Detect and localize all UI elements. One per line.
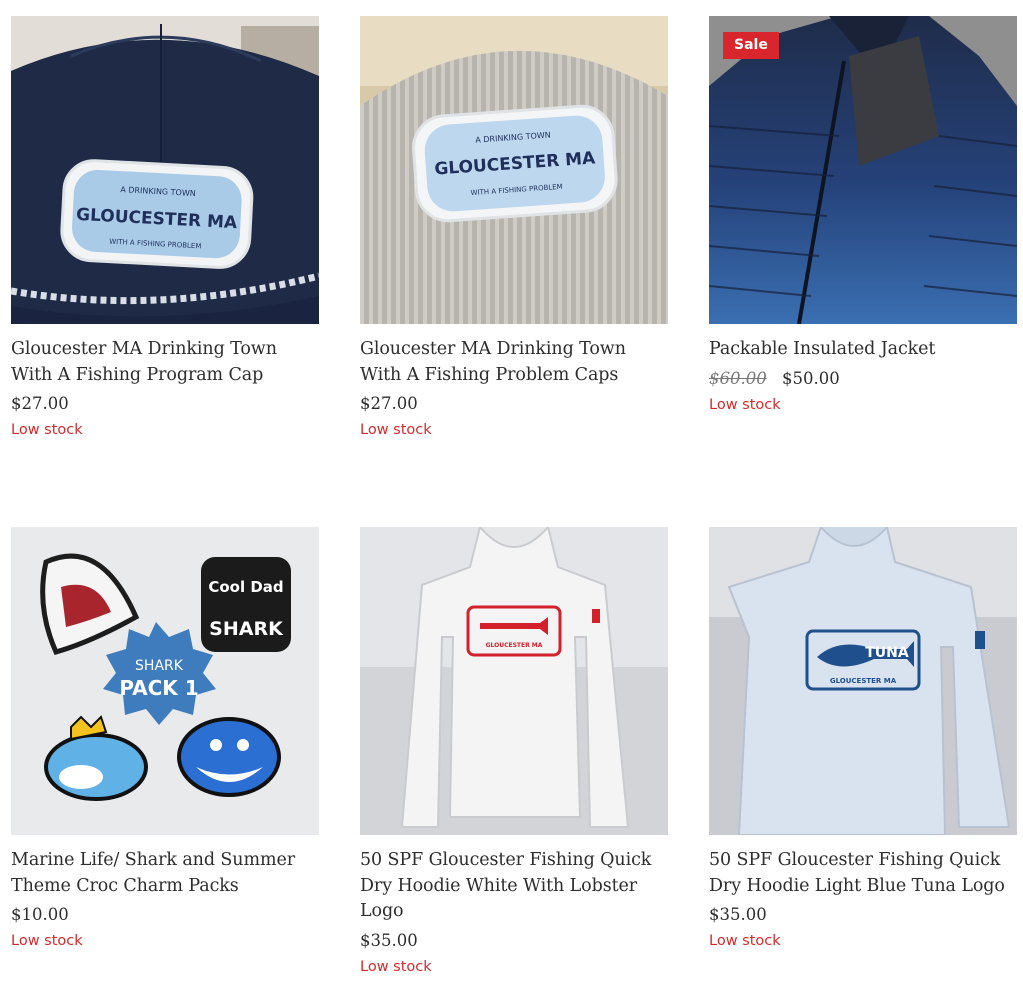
product-card: TUNA GLOUCESTER MA 50 SPF Gloucester Fis… bbox=[709, 527, 1017, 950]
product-price-row: $27.00 bbox=[360, 394, 668, 414]
product-title[interactable]: Packable Insulated Jacket bbox=[709, 337, 1017, 363]
grey-corduroy-cap-image[interactable]: A DRINKING TOWN GLOUCESTER MA WITH A FIS… bbox=[360, 16, 668, 324]
product-price-row: $27.00 bbox=[11, 394, 319, 414]
stock-status: Low stock bbox=[360, 422, 432, 438]
puffer-jacket-image[interactable]: Sale bbox=[709, 16, 1017, 324]
svg-text:PACK 1: PACK 1 bbox=[119, 676, 198, 700]
product-price: $10.00 bbox=[11, 905, 69, 924]
stock-status: Low stock bbox=[360, 958, 432, 975]
product-price: $35.00 bbox=[709, 905, 767, 924]
product-price: $27.00 bbox=[360, 394, 418, 413]
shark-charms-image[interactable]: Cool Dad SHARK SHARK PACK 1 bbox=[11, 527, 319, 835]
product-grid: A DRINKING TOWN GLOUCESTER MA WITH A FIS… bbox=[0, 0, 1023, 988]
stock-status: Low stock bbox=[709, 933, 781, 949]
product-title[interactable]: Marine Life/ Shark and Summer Theme Croc… bbox=[11, 848, 319, 899]
product-card: A DRINKING TOWN GLOUCESTER MA WITH A FIS… bbox=[360, 16, 668, 439]
svg-text:TUNA: TUNA bbox=[865, 645, 909, 661]
white-hoodie-image[interactable]: GLOUCESTER MA bbox=[360, 527, 668, 835]
svg-text:SHARK: SHARK bbox=[209, 618, 284, 640]
product-title[interactable]: 50 SPF Gloucester Fishing Quick Dry Hood… bbox=[709, 848, 1017, 899]
stock-status: Low stock bbox=[709, 396, 781, 413]
product-card: Cool Dad SHARK SHARK PACK 1 Marine Life/… bbox=[11, 527, 319, 950]
svg-text:GLOUCESTER MA: GLOUCESTER MA bbox=[486, 642, 543, 649]
product-card: A DRINKING TOWN GLOUCESTER MA WITH A FIS… bbox=[11, 16, 319, 439]
stock-status: Low stock bbox=[11, 933, 83, 949]
product-price-row: $35.00 bbox=[360, 931, 668, 951]
sale-badge: Sale bbox=[723, 32, 779, 59]
svg-text:GLOUCESTER MA: GLOUCESTER MA bbox=[830, 677, 897, 685]
svg-text:Cool Dad: Cool Dad bbox=[208, 578, 283, 596]
sale-price: $50.00 bbox=[781, 368, 840, 388]
product-price-row: $35.00 bbox=[709, 905, 1017, 925]
light-blue-hoodie-image[interactable]: TUNA GLOUCESTER MA bbox=[709, 527, 1017, 835]
original-price: $60.00 bbox=[709, 368, 767, 388]
svg-text:SHARK: SHARK bbox=[135, 658, 184, 674]
navy-cap-image[interactable]: A DRINKING TOWN GLOUCESTER MA WITH A FIS… bbox=[11, 16, 319, 324]
stock-status: Low stock bbox=[11, 422, 83, 438]
product-price: $27.00 bbox=[11, 394, 69, 413]
product-price-row: $60.00 $50.00 bbox=[709, 369, 1017, 389]
product-card: Sale Packable Insulated Jacket $60.00 $5… bbox=[709, 16, 1017, 414]
product-title[interactable]: Gloucester MA Drinking Town With A Fishi… bbox=[360, 337, 668, 388]
product-title[interactable]: Gloucester MA Drinking Town With A Fishi… bbox=[11, 337, 319, 388]
product-title[interactable]: 50 SPF Gloucester Fishing Quick Dry Hood… bbox=[360, 848, 668, 925]
product-card: GLOUCESTER MA 50 SPF Gloucester Fishing … bbox=[360, 527, 668, 976]
product-price: $35.00 bbox=[360, 930, 418, 950]
product-price-row: $10.00 bbox=[11, 905, 319, 925]
